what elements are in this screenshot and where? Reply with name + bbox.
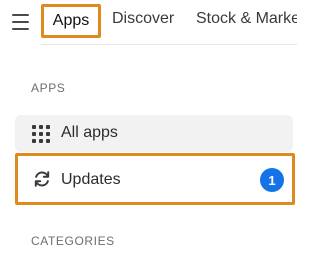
apps-section-heading: APPS [31, 81, 66, 95]
grid-icon [32, 125, 50, 143]
tab-discover[interactable]: Discover [112, 9, 174, 29]
hamburger-menu-icon[interactable] [12, 14, 32, 30]
sidebar-item-all-apps[interactable]: All apps [15, 115, 293, 152]
hamburger-line [12, 28, 29, 30]
refresh-icon [33, 170, 51, 188]
sidebar-item-label: All apps [61, 124, 118, 141]
hamburger-line [12, 21, 29, 23]
tab-discover-label: Discover [112, 10, 175, 27]
top-navigation: Apps Discover Stock & Marke [0, 0, 297, 44]
topbar-divider [41, 44, 297, 45]
tab-apps-label: Apps [52, 12, 90, 29]
tab-stock-marketplace[interactable]: Stock & Marke [196, 9, 297, 29]
sidebar-item-updates[interactable]: Updates 1 [15, 153, 295, 205]
tab-stock-label: Stock & Marke [196, 10, 297, 27]
sidebar-item-label: Updates [61, 171, 121, 188]
categories-section-heading: CATEGORIES [31, 234, 115, 248]
creative-cloud-window: Apps Discover Stock & Marke APPS All app… [0, 0, 297, 265]
hamburger-line [12, 14, 29, 16]
updates-count-badge: 1 [260, 168, 284, 192]
tab-apps[interactable]: Apps [41, 4, 101, 38]
